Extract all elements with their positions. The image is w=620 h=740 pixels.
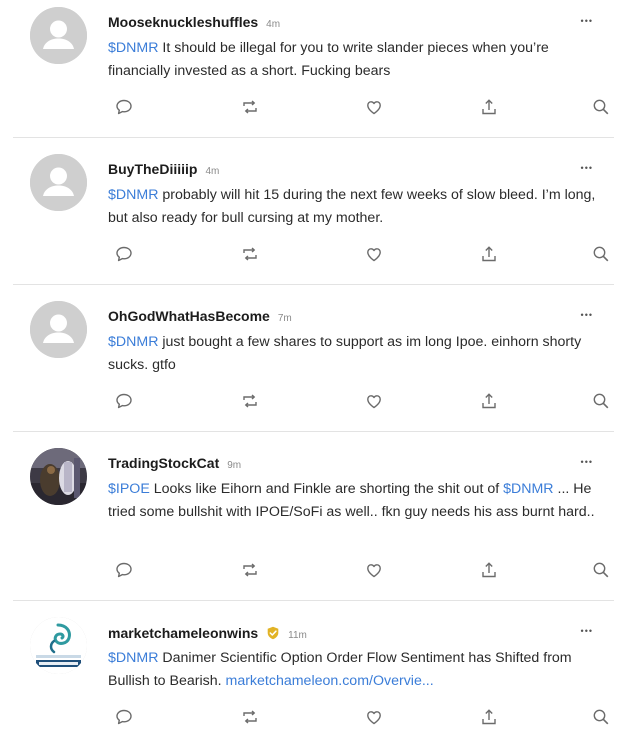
ticker-link[interactable]: $DNMR <box>108 650 158 666</box>
post-header: marketchameleonwins 11m <box>108 624 307 644</box>
post-divider <box>13 137 614 138</box>
share-icon[interactable] <box>479 391 499 411</box>
reshare-icon[interactable] <box>240 97 260 117</box>
reply-icon[interactable] <box>114 560 134 580</box>
ticker-link[interactable]: $DNMR <box>108 334 158 350</box>
like-icon[interactable] <box>364 391 384 411</box>
share-icon[interactable] <box>479 707 499 727</box>
reply-icon[interactable] <box>114 707 134 727</box>
like-icon[interactable] <box>364 560 384 580</box>
post-text: probably will hit 15 during the next few… <box>108 187 596 226</box>
post-body: $IPOE Looks like Eihorn and Finkle are s… <box>108 478 608 523</box>
search-icon[interactable] <box>591 244 611 264</box>
like-icon[interactable] <box>364 707 384 727</box>
more-options-button[interactable]: ••• <box>581 626 593 636</box>
more-options-button[interactable]: ••• <box>581 163 593 173</box>
username-link[interactable]: OhGodWhatHasBecome <box>108 308 270 324</box>
post-actions <box>113 707 613 727</box>
post-timestamp[interactable]: 11m <box>288 630 307 641</box>
post-actions <box>113 560 613 580</box>
search-icon[interactable] <box>591 97 611 117</box>
username-link[interactable]: TradingStockCat <box>108 455 219 471</box>
post-text: It should be illegal for you to write sl… <box>108 40 549 79</box>
more-options-button[interactable]: ••• <box>581 310 593 320</box>
post-timestamp[interactable]: 9m <box>227 460 241 471</box>
username-link[interactable]: marketchameleonwins <box>108 625 258 641</box>
post-text: just bought a few shares to support as i… <box>108 334 582 373</box>
more-options-button[interactable]: ••• <box>581 457 593 467</box>
reshare-icon[interactable] <box>240 560 260 580</box>
search-icon[interactable] <box>591 391 611 411</box>
reply-icon[interactable] <box>114 391 134 411</box>
post-body: $DNMR It should be illegal for you to wr… <box>108 37 608 82</box>
reshare-icon[interactable] <box>240 391 260 411</box>
search-icon[interactable] <box>591 707 611 727</box>
reply-icon[interactable] <box>114 97 134 117</box>
post-text: Looks like Eihorn and Finkle are shortin… <box>149 481 504 497</box>
user-avatar[interactable] <box>30 448 87 505</box>
post-actions <box>113 391 613 411</box>
like-icon[interactable] <box>364 97 384 117</box>
post-timestamp[interactable]: 4m <box>266 19 280 30</box>
like-icon[interactable] <box>364 244 384 264</box>
reshare-icon[interactable] <box>240 244 260 264</box>
post-header: TradingStockCat 9m <box>108 455 241 475</box>
ticker-link[interactable]: $DNMR <box>503 481 553 497</box>
username-link[interactable]: BuyTheDiiiiip <box>108 161 197 177</box>
user-avatar[interactable] <box>30 301 87 358</box>
verified-badge-icon <box>266 626 280 640</box>
post-divider <box>13 284 614 285</box>
post-header: OhGodWhatHasBecome 7m <box>108 308 292 328</box>
user-avatar[interactable] <box>30 154 87 211</box>
search-icon[interactable] <box>591 560 611 580</box>
reshare-icon[interactable] <box>240 707 260 727</box>
post-divider <box>13 431 614 432</box>
share-icon[interactable] <box>479 244 499 264</box>
post-timestamp[interactable]: 7m <box>278 313 292 324</box>
username-link[interactable]: Mooseknuckleshuffles <box>108 14 258 30</box>
ticker-link[interactable]: $IPOE <box>108 481 150 497</box>
user-avatar[interactable] <box>30 7 87 64</box>
more-options-button[interactable]: ••• <box>581 16 593 26</box>
post-body: $DNMR just bought a few shares to suppor… <box>108 331 608 376</box>
share-icon[interactable] <box>479 97 499 117</box>
post-divider <box>13 600 614 601</box>
post-body: $DNMR Danimer Scientific Option Order Fl… <box>108 647 608 692</box>
post-header: BuyTheDiiiiip 4m <box>108 161 219 181</box>
post-actions <box>113 244 613 264</box>
user-avatar[interactable] <box>30 617 87 674</box>
ticker-link[interactable]: $DNMR <box>108 40 158 56</box>
external-link[interactable]: marketchameleon.com/Overvie... <box>226 673 434 689</box>
ticker-link[interactable]: $DNMR <box>108 187 158 203</box>
post-body: $DNMR probably will hit 15 during the ne… <box>108 184 608 229</box>
reply-icon[interactable] <box>114 244 134 264</box>
post-header: Mooseknuckleshuffles 4m <box>108 14 280 34</box>
share-icon[interactable] <box>479 560 499 580</box>
post-timestamp[interactable]: 4m <box>205 166 219 177</box>
post-actions <box>113 97 613 117</box>
